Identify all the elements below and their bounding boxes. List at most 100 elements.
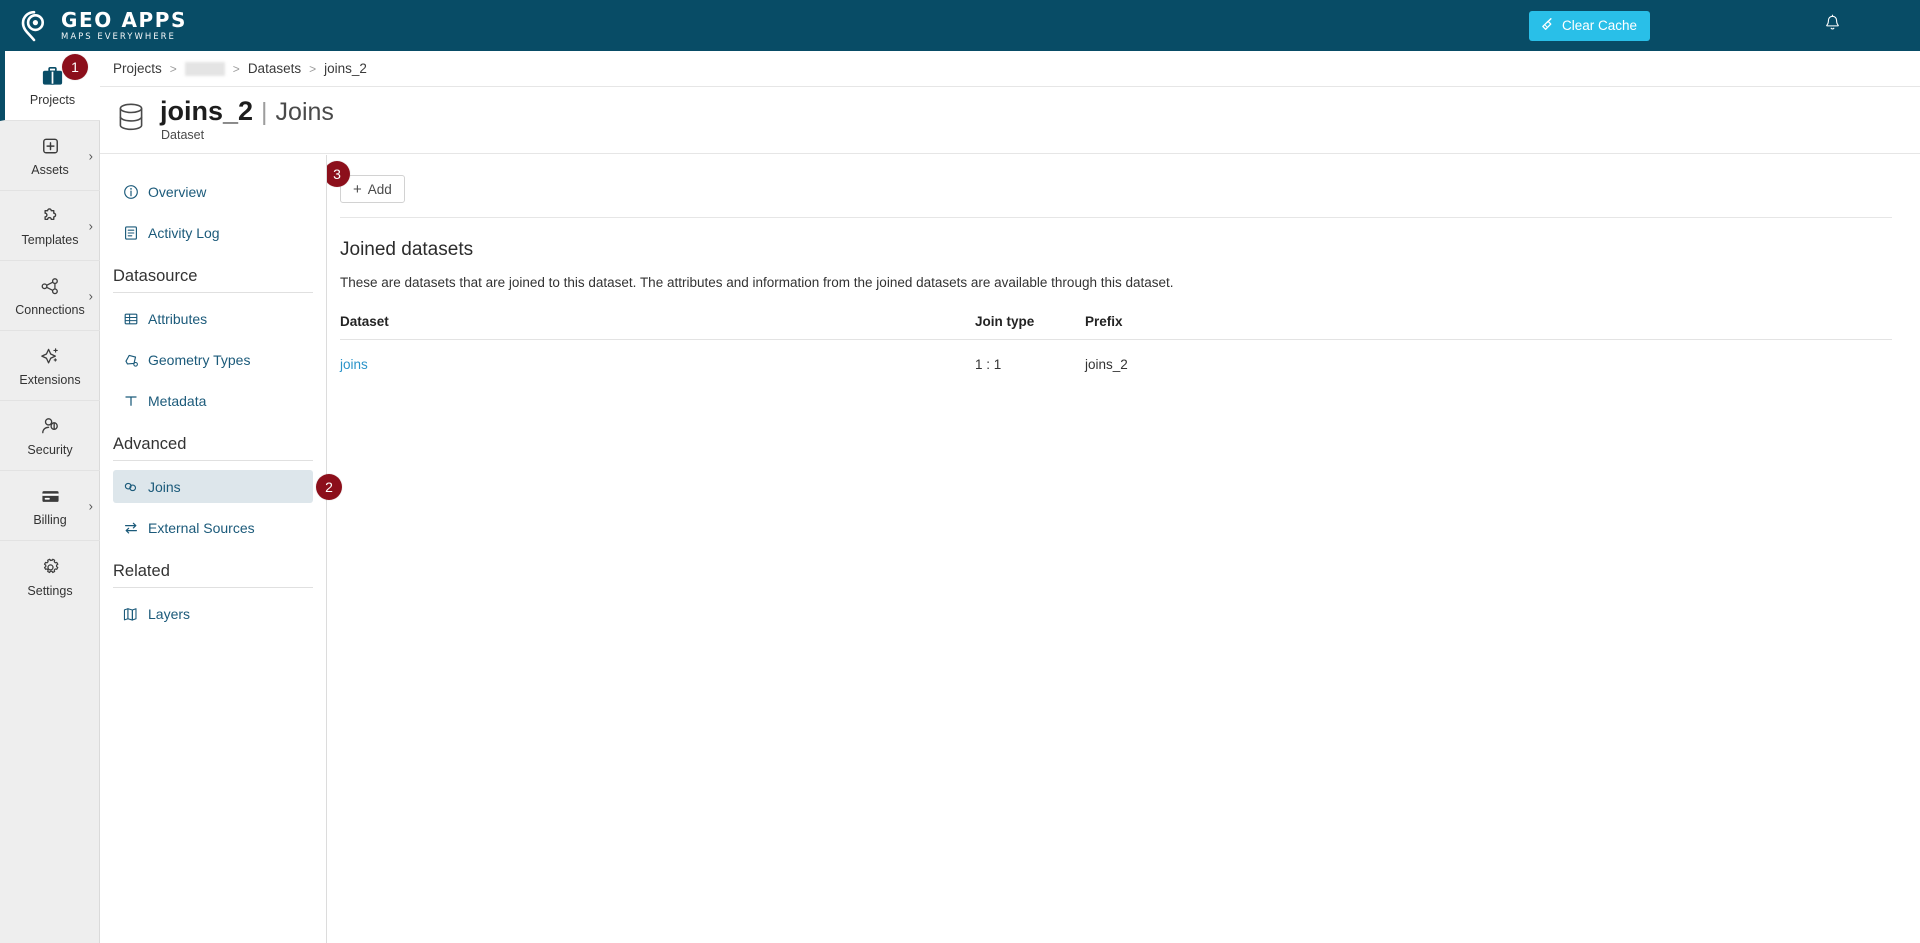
bell-icon <box>1823 14 1842 38</box>
table-header-row: Dataset Join type Prefix <box>340 314 1892 340</box>
page-title-bar: joins_2 | Joins Dataset <box>100 87 1920 154</box>
breadcrumb-separator: > <box>309 61 317 76</box>
rail-item-security[interactable]: Security <box>0 401 100 471</box>
clear-cache-button[interactable]: Clear Cache <box>1528 10 1650 41</box>
rail-item-label: Assets <box>31 163 69 177</box>
list-doc-icon <box>122 224 139 241</box>
subnav-item-external-sources[interactable]: External Sources <box>113 511 313 544</box>
subnav-item-label: Joins <box>148 478 181 495</box>
callout-badge-3: 3 <box>324 161 350 187</box>
dataset-link[interactable]: joins <box>340 357 368 372</box>
subnav-item-label: Overview <box>148 183 207 200</box>
breadcrumb: Projects > > Datasets > joins_2 <box>100 51 1920 87</box>
credit-card-icon <box>38 484 63 510</box>
subnav-group-title-datasource: Datasource <box>113 267 198 285</box>
text-t-icon <box>122 392 139 409</box>
clear-cache-label: Clear Cache <box>1561 18 1637 33</box>
section-title: Joined datasets <box>340 239 474 260</box>
subnav-item-layers[interactable]: Layers <box>113 597 313 630</box>
divider <box>113 587 313 588</box>
rail-item-billing[interactable]: Billing › <box>0 471 100 541</box>
subnav-item-label: Activity Log <box>148 224 220 241</box>
subnav-item-metadata[interactable]: Metadata <box>113 384 313 417</box>
subnav-item-attributes[interactable]: Attributes <box>113 302 313 335</box>
user-shield-icon <box>38 414 63 440</box>
link-chain-icon <box>122 478 139 495</box>
breadcrumb-item-datasets[interactable]: Datasets <box>248 61 301 76</box>
breadcrumb-separator: > <box>169 61 177 76</box>
exchange-icon <box>122 519 139 536</box>
rail-item-label: Extensions <box>19 373 81 387</box>
sparkle-plus-icon <box>38 344 63 370</box>
puzzle-icon <box>38 204 63 230</box>
header-right-spacer <box>1864 0 1920 51</box>
subnav-item-overview[interactable]: Overview <box>113 175 313 208</box>
brand-name: GEO APPS <box>61 7 188 32</box>
plus-box-icon <box>38 134 63 160</box>
gear-icon <box>38 555 63 581</box>
cell-join-type: 1 : 1 <box>975 357 1002 372</box>
divider <box>113 292 313 293</box>
breadcrumb-item-redacted[interactable] <box>184 61 225 76</box>
rail-item-label: Settings <box>27 583 73 598</box>
chevron-right-icon: › <box>88 218 93 233</box>
table-icon <box>122 310 139 327</box>
subnav-item-label: Metadata <box>148 392 207 409</box>
cell-dataset: joins <box>340 340 975 372</box>
notifications-button[interactable] <box>1800 0 1864 51</box>
rail-item-assets[interactable]: Assets › <box>0 121 100 191</box>
column-header-dataset: Dataset <box>340 314 975 340</box>
rail-item-settings[interactable]: Settings <box>0 541 100 611</box>
column-header-join-type: Join type <box>975 314 1085 340</box>
page-subtitle: Joins <box>275 98 334 126</box>
section-sidebar: Overview Activity Log Datasource Attribu… <box>100 155 342 943</box>
rail-item-label: Projects <box>29 93 76 107</box>
breadcrumb-item-projects[interactable]: Projects <box>113 61 162 76</box>
chevron-right-icon: › <box>88 288 93 303</box>
subnav-item-label: Layers <box>148 605 191 622</box>
broom-icon <box>1540 17 1555 35</box>
subnav-item-joins[interactable]: Joins 2 <box>113 470 342 503</box>
subnav-item-geometry-types[interactable]: Geometry Types <box>113 343 313 376</box>
rail-item-templates[interactable]: Templates › <box>0 191 100 261</box>
subnav-group-title-related: Related <box>113 562 170 580</box>
breadcrumb-separator: > <box>232 61 240 76</box>
divider <box>113 460 313 461</box>
section-description: These are datasets that are joined to th… <box>340 275 1174 290</box>
rail-item-label: Templates <box>21 233 79 247</box>
column-header-prefix: Prefix <box>1085 314 1892 340</box>
subnav-item-label: Attributes <box>148 310 208 327</box>
rail-item-label: Billing <box>33 513 67 527</box>
main-content: + Add 3 Joined datasets These are datase… <box>324 155 1920 943</box>
nodes-icon <box>38 274 63 300</box>
rail-item-extensions[interactable]: Extensions <box>0 331 100 401</box>
subnav-item-label: Geometry Types <box>148 351 251 368</box>
header-actions: Clear Cache <box>1528 0 1920 51</box>
divider <box>340 217 1892 218</box>
geometry-icon <box>122 351 139 368</box>
info-circle-icon <box>122 183 139 200</box>
layers-map-icon <box>122 605 139 622</box>
map-pin-logo-icon <box>18 9 52 43</box>
joined-datasets-table: Dataset Join type Prefix joins 1 : 1 joi… <box>340 314 1892 372</box>
rail-item-connections[interactable]: Connections › <box>0 261 100 331</box>
subnav-item-activity-log[interactable]: Activity Log <box>113 216 313 249</box>
page-title: joins_2 <box>160 96 254 126</box>
plus-icon: + <box>353 180 362 198</box>
subnav-group-title-advanced: Advanced <box>113 435 187 453</box>
primary-sidebar: Projects Assets › Templates › Connection… <box>0 51 100 943</box>
rail-item-label: Security <box>27 443 73 457</box>
title-divider: | <box>261 98 268 126</box>
brand-tagline: MAPS EVERYWHERE <box>61 31 176 42</box>
callout-badge-1: 1 <box>62 54 88 80</box>
add-button-label: Add <box>367 181 392 197</box>
chevron-right-icon: › <box>88 148 93 163</box>
breadcrumb-item-current: joins_2 <box>324 61 367 76</box>
cell-prefix: joins_2 <box>1085 357 1128 372</box>
subnav-item-label: External Sources <box>148 519 255 536</box>
brand-logo[interactable]: GEO APPS MAPS EVERYWHERE <box>18 9 187 43</box>
rail-item-label: Connections <box>15 303 85 317</box>
top-header-bar: GEO APPS MAPS EVERYWHERE Clear Cache <box>0 0 1920 51</box>
chevron-right-icon: › <box>88 498 93 513</box>
add-button[interactable]: + Add <box>340 175 405 203</box>
